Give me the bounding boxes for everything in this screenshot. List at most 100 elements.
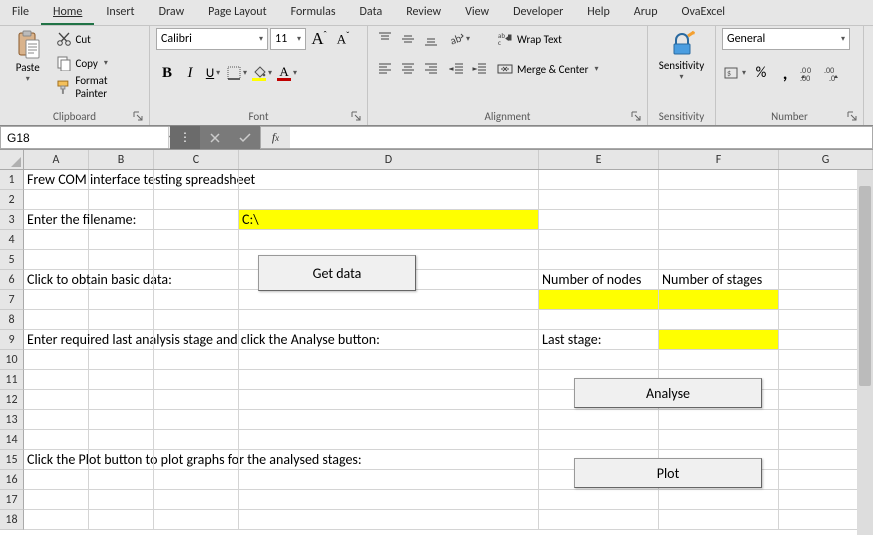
cell-B8[interactable] (89, 310, 154, 330)
col-header-G[interactable]: G (779, 150, 873, 169)
row-header-1[interactable]: 1 (0, 170, 24, 190)
wrap-text-button[interactable]: abc Wrap Text (495, 28, 601, 50)
cell-D1[interactable] (239, 170, 539, 190)
cell-A2[interactable] (24, 190, 89, 210)
cell-A1[interactable]: Frew COM interface testing spreadsheet (24, 170, 89, 190)
menu-tab-insert[interactable]: Insert (94, 0, 146, 25)
increase-indent-button[interactable] (469, 58, 491, 80)
row-header-12[interactable]: 12 (0, 390, 24, 410)
vertical-scrollbar[interactable] (857, 170, 873, 535)
cell-C1[interactable] (154, 170, 239, 190)
cell-B17[interactable] (89, 490, 154, 510)
cell-E5[interactable] (539, 250, 659, 270)
underline-button[interactable]: U▾ (202, 62, 224, 84)
align-left-button[interactable] (374, 58, 396, 80)
select-all-corner[interactable] (0, 150, 24, 169)
cell-B12[interactable] (89, 390, 154, 410)
paste-button[interactable]: Paste ▾ (6, 28, 50, 98)
cell-C16[interactable] (154, 470, 239, 490)
cell-F18[interactable] (659, 510, 779, 530)
cell-F3[interactable] (659, 210, 779, 230)
cell-A18[interactable] (24, 510, 89, 530)
analyse-button[interactable]: Analyse (574, 378, 762, 408)
menu-tab-developer[interactable]: Developer (501, 0, 575, 25)
copy-button[interactable]: Copy ▾ (54, 52, 143, 74)
cell-C9[interactable] (154, 330, 239, 350)
cell-A15[interactable]: Click the Plot button to plot graphs for… (24, 450, 89, 470)
font-color-button[interactable]: A ▾ (275, 62, 299, 84)
cell-B4[interactable] (89, 230, 154, 250)
insert-function-button[interactable]: fx (260, 126, 290, 149)
get-data-button[interactable]: Get data (258, 255, 416, 291)
decrease-font-button[interactable]: Aˇ (332, 28, 354, 50)
cell-D14[interactable] (239, 430, 539, 450)
enter-formula-button[interactable] (230, 126, 260, 149)
cell-D2[interactable] (239, 190, 539, 210)
row-header-11[interactable]: 11 (0, 370, 24, 390)
row-header-2[interactable]: 2 (0, 190, 24, 210)
cell-D17[interactable] (239, 490, 539, 510)
font-family-dropdown[interactable]: Calibri ▾ (156, 28, 268, 50)
cell-B7[interactable] (89, 290, 154, 310)
col-header-C[interactable]: C (154, 150, 239, 169)
plot-button[interactable]: Plot (574, 458, 762, 488)
row-header-16[interactable]: 16 (0, 470, 24, 490)
cell-F2[interactable] (659, 190, 779, 210)
cell-A8[interactable] (24, 310, 89, 330)
row-header-17[interactable]: 17 (0, 490, 24, 510)
cell-C8[interactable] (154, 310, 239, 330)
menu-tab-arup[interactable]: Arup (622, 0, 670, 25)
cell-A10[interactable] (24, 350, 89, 370)
name-box-input[interactable] (1, 131, 168, 145)
cell-D18[interactable] (239, 510, 539, 530)
cell-C6[interactable] (154, 270, 239, 290)
menu-tab-home[interactable]: Home (41, 0, 94, 25)
menu-tab-file[interactable]: File (0, 0, 41, 25)
cell-E3[interactable] (539, 210, 659, 230)
cell-D10[interactable] (239, 350, 539, 370)
cell-D7[interactable] (239, 290, 539, 310)
cancel-formula-button[interactable] (200, 126, 230, 149)
cell-E14[interactable] (539, 430, 659, 450)
col-header-D[interactable]: D (239, 150, 539, 169)
cell-A7[interactable] (24, 290, 89, 310)
increase-decimal-button[interactable]: .00.00 (798, 62, 820, 84)
cell-C13[interactable] (154, 410, 239, 430)
cell-F6[interactable]: Number of stages (659, 270, 779, 290)
number-format-dropdown[interactable]: General ▾ (722, 28, 850, 50)
cell-B5[interactable] (89, 250, 154, 270)
cell-B13[interactable] (89, 410, 154, 430)
menu-tab-data[interactable]: Data (348, 0, 395, 25)
cell-B1[interactable] (89, 170, 154, 190)
cell-F7[interactable] (659, 290, 779, 310)
cell-E7[interactable] (539, 290, 659, 310)
name-box[interactable]: ▾ (0, 126, 170, 149)
menu-tab-draw[interactable]: Draw (147, 0, 197, 25)
borders-button[interactable]: ▾ (225, 62, 249, 84)
decrease-indent-button[interactable] (446, 58, 468, 80)
cell-D15[interactable] (239, 450, 539, 470)
cell-D3[interactable]: C:\ (239, 210, 539, 230)
formula-bar[interactable] (290, 126, 873, 149)
menu-tab-help[interactable]: Help (575, 0, 622, 25)
formula-bar-input[interactable] (290, 127, 872, 148)
cell-E1[interactable] (539, 170, 659, 190)
cell-B11[interactable] (89, 370, 154, 390)
cell-B10[interactable] (89, 350, 154, 370)
cell-C3[interactable] (154, 210, 239, 230)
scrollbar-thumb[interactable] (859, 186, 871, 386)
row-header-13[interactable]: 13 (0, 410, 24, 430)
cell-A17[interactable] (24, 490, 89, 510)
menu-tab-ovaexcel[interactable]: OvaExcel (670, 0, 738, 25)
row-header-3[interactable]: 3 (0, 210, 24, 230)
cell-F5[interactable] (659, 250, 779, 270)
row-header-8[interactable]: 8 (0, 310, 24, 330)
cell-E13[interactable] (539, 410, 659, 430)
cell-F1[interactable] (659, 170, 779, 190)
cell-E10[interactable] (539, 350, 659, 370)
cell-B9[interactable] (89, 330, 154, 350)
row-header-10[interactable]: 10 (0, 350, 24, 370)
cell-B14[interactable] (89, 430, 154, 450)
cell-E4[interactable] (539, 230, 659, 250)
cell-E8[interactable] (539, 310, 659, 330)
